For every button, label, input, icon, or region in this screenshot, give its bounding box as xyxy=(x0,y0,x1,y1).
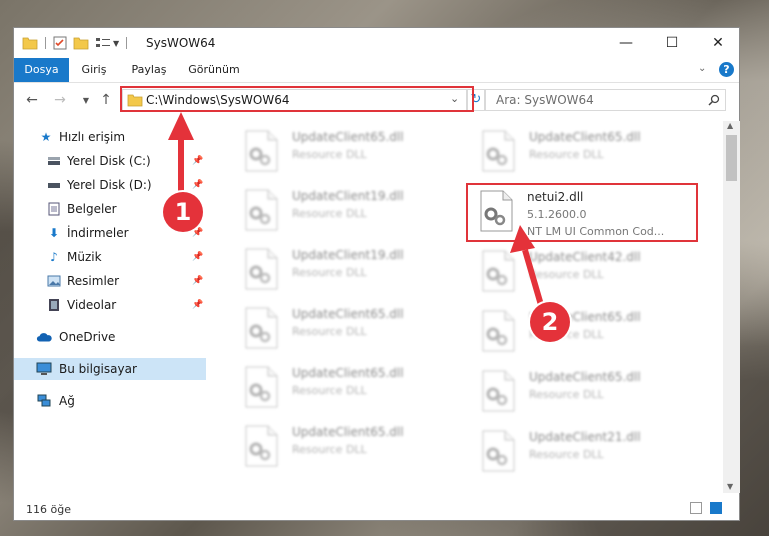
callout-step-2: 2 xyxy=(530,302,570,342)
callout-step-1: 1 xyxy=(163,192,203,232)
annotation-arrows xyxy=(168,112,544,306)
arrow-1 xyxy=(168,112,194,195)
arrow-2 xyxy=(510,225,544,306)
